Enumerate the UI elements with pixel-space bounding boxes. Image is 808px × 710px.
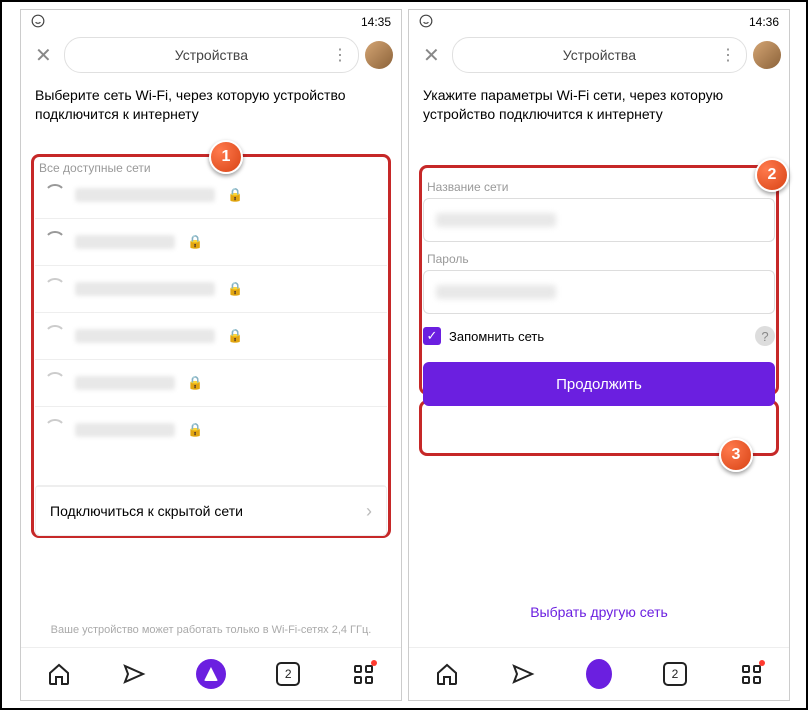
whatsapp-icon: [31, 14, 45, 31]
network-name-input[interactable]: [423, 198, 775, 242]
nav-alice-icon[interactable]: [586, 661, 612, 687]
wifi-icon: [45, 235, 63, 249]
phone-screen-left: 14:35 ✕ Устройства ⋮ Выберите сеть Wi-Fi…: [20, 9, 402, 701]
network-item[interactable]: 🔒: [35, 313, 387, 360]
nav-tabs-icon[interactable]: 2: [275, 661, 301, 687]
instruction-text: Выберите сеть Wi-Fi, через которую устро…: [21, 76, 401, 130]
footnote-text: Ваше устройство может работать только в …: [21, 624, 401, 636]
network-name-blurred: [75, 282, 215, 296]
annotation-badge-2: 2: [755, 158, 789, 192]
input-value-blurred: [436, 213, 556, 227]
chevron-right-icon: ›: [366, 501, 372, 522]
more-icon[interactable]: ⋮: [332, 45, 348, 65]
app-header: ✕ Устройства ⋮: [409, 34, 789, 76]
alice-triangle-icon: [204, 667, 218, 681]
status-time: 14:36: [749, 15, 779, 29]
password-label: Пароль: [409, 242, 789, 270]
title-bar[interactable]: Устройства ⋮: [452, 37, 747, 73]
tutorial-image: 14:35 ✕ Устройства ⋮ Выберите сеть Wi-Fi…: [0, 0, 808, 710]
network-item[interactable]: 🔒: [35, 407, 387, 453]
nav-send-icon[interactable]: [510, 661, 536, 687]
nav-home-icon[interactable]: [46, 661, 72, 687]
bottom-nav: 2: [409, 647, 789, 700]
remember-checkbox[interactable]: ✓: [423, 327, 441, 345]
close-icon[interactable]: ✕: [417, 43, 446, 68]
lock-icon: 🔒: [187, 422, 199, 438]
nav-menu-icon[interactable]: [350, 661, 376, 687]
help-icon[interactable]: ?: [755, 326, 775, 346]
wifi-icon: [45, 188, 63, 202]
lock-icon: 🔒: [187, 234, 199, 250]
lock-icon: 🔒: [227, 281, 239, 297]
wifi-icon: [45, 282, 63, 296]
nav-tabs-icon[interactable]: 2: [662, 661, 688, 687]
more-icon[interactable]: ⋮: [720, 45, 736, 65]
hidden-network-row[interactable]: Подключиться к скрытой сети ›: [35, 485, 387, 536]
network-name-blurred: [75, 235, 175, 249]
input-value-blurred: [436, 285, 556, 299]
remember-row: ✓ Запомнить сеть ?: [409, 314, 789, 358]
remember-label: Запомнить сеть: [449, 329, 544, 344]
status-bar: 14:36: [409, 10, 789, 34]
wifi-icon: [45, 329, 63, 343]
wifi-icon: [45, 423, 63, 437]
nav-home-icon[interactable]: [434, 661, 460, 687]
wifi-icon: [45, 376, 63, 390]
title-bar[interactable]: Устройства ⋮: [64, 37, 359, 73]
network-item[interactable]: 🔒: [35, 172, 387, 219]
nav-alice-icon[interactable]: [196, 659, 226, 689]
status-time: 14:35: [361, 15, 391, 29]
phone-screen-right: 14:36 ✕ Устройства ⋮ Укажите параметры W…: [408, 9, 790, 701]
instruction-text: Укажите параметры Wi-Fi сети, через кото…: [409, 76, 789, 130]
nav-send-icon[interactable]: [121, 661, 147, 687]
network-name-blurred: [75, 376, 175, 390]
page-title: Устройства: [563, 47, 636, 63]
wifi-form: Название сети Пароль ✓ Запомнить сеть ? …: [409, 170, 789, 410]
network-name-label: Название сети: [409, 170, 789, 198]
network-name-blurred: [75, 329, 215, 343]
lock-icon: 🔒: [227, 187, 239, 203]
notification-dot-icon: [371, 660, 377, 666]
lock-icon: 🔒: [187, 375, 199, 391]
network-item[interactable]: 🔒: [35, 266, 387, 313]
whatsapp-icon: [419, 14, 433, 31]
network-name-blurred: [75, 423, 175, 437]
lock-icon: 🔒: [227, 328, 239, 344]
bottom-nav: 2: [21, 647, 401, 700]
network-item[interactable]: 🔒: [35, 219, 387, 266]
annotation-badge-3: 3: [719, 438, 753, 472]
close-icon[interactable]: ✕: [29, 43, 58, 68]
page-title: Устройства: [175, 47, 248, 63]
network-name-blurred: [75, 188, 215, 202]
choose-other-network-link[interactable]: Выбрать другую сеть: [409, 604, 789, 620]
network-list: 🔒 🔒 🔒 🔒 🔒 🔒: [35, 172, 387, 453]
nav-menu-icon[interactable]: [738, 661, 764, 687]
hidden-network-label: Подключиться к скрытой сети: [50, 503, 243, 519]
password-input[interactable]: [423, 270, 775, 314]
app-header: ✕ Устройства ⋮: [21, 34, 401, 76]
continue-button[interactable]: Продолжить: [423, 362, 775, 406]
status-bar: 14:35: [21, 10, 401, 34]
avatar[interactable]: [753, 41, 781, 69]
notification-dot-icon: [759, 660, 765, 666]
avatar[interactable]: [365, 41, 393, 69]
network-item[interactable]: 🔒: [35, 360, 387, 407]
annotation-badge-1: 1: [209, 140, 243, 174]
